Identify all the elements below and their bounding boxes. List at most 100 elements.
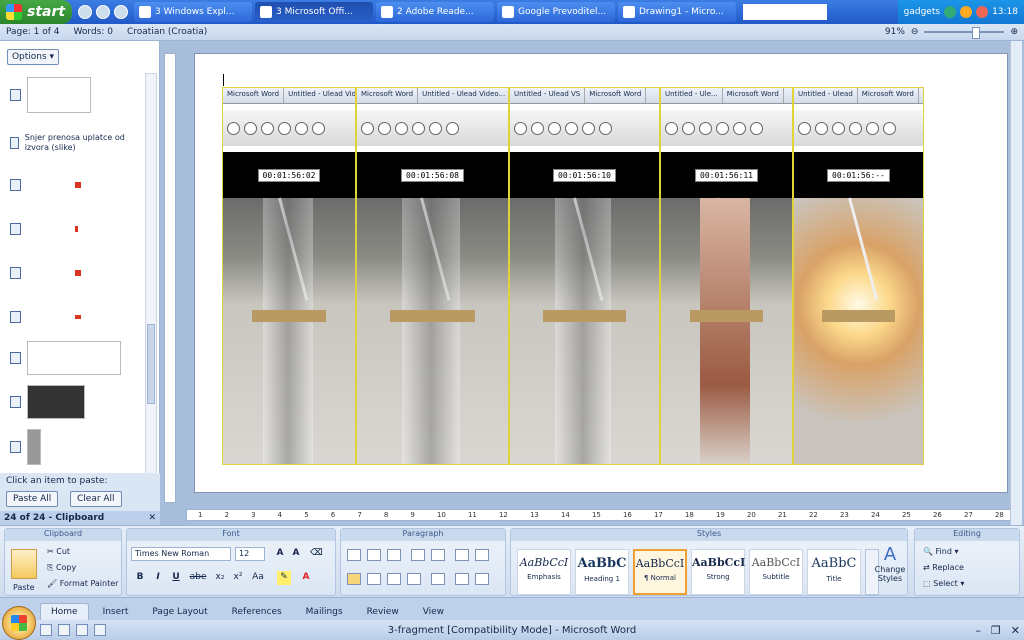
highlight-icon[interactable]: ✎ bbox=[277, 571, 291, 585]
video-frame[interactable]: Microsoft WordUntitled - Ulead Video... … bbox=[356, 87, 509, 465]
tab-review[interactable]: Review bbox=[357, 604, 409, 620]
pane-scroll-thumb[interactable] bbox=[147, 324, 155, 404]
style-emphasis[interactable]: AaBbCcI Emphasis bbox=[517, 549, 571, 595]
tab-insert[interactable]: Insert bbox=[93, 604, 139, 620]
multilevel-list-icon[interactable] bbox=[387, 549, 401, 561]
video-frame[interactable]: Untitled - Ulead VS Microsoft Word 00:01:… bbox=[509, 87, 660, 465]
tab-mailings[interactable]: Mailings bbox=[296, 604, 353, 620]
clipboard-item[interactable] bbox=[10, 77, 91, 113]
language-indicator[interactable]: Croatian (Croatia) bbox=[127, 27, 207, 37]
replace-button[interactable]: ⇄ Replace bbox=[923, 563, 964, 572]
underline-button[interactable]: U bbox=[169, 571, 183, 585]
pilcrow-icon[interactable] bbox=[475, 549, 489, 561]
video-frame-strip[interactable]: Microsoft WordUntitled - Ulead Video... … bbox=[222, 87, 924, 465]
find-button[interactable]: 🔍 Find ▾ bbox=[923, 547, 958, 556]
desktop-icon[interactable] bbox=[114, 5, 128, 19]
ie-icon[interactable] bbox=[78, 5, 92, 19]
zoom-level[interactable]: 91% bbox=[885, 27, 905, 37]
taskbar-item-office[interactable]: 3 Microsoft Offi... bbox=[255, 2, 373, 22]
minimize-icon[interactable]: – bbox=[975, 624, 981, 637]
word-count[interactable]: Words: 0 bbox=[74, 27, 113, 37]
tray-icon[interactable] bbox=[960, 6, 973, 18]
grow-font-button[interactable]: A bbox=[273, 547, 287, 561]
italic-button[interactable]: I bbox=[151, 571, 165, 585]
shrink-font-button[interactable]: A bbox=[289, 547, 303, 561]
horizontal-ruler[interactable]: 1 2 3 4 5 6 7 8 9 10 11 12 13 14 15 16 17 18 19 20 21 22 23 24 2… bbox=[186, 509, 1016, 521]
change-styles-button[interactable]: A Change Styles bbox=[870, 544, 910, 583]
format-painter-button[interactable]: 🖌 Format Painter bbox=[47, 579, 118, 588]
taskbar-item-drawing[interactable]: Drawing1 - Micro... bbox=[618, 2, 736, 22]
clear-format-button[interactable]: ⌫ bbox=[309, 547, 323, 561]
editing-group: Editing 🔍 Find ▾ ⇄ Replace ⬚ Select ▾ bbox=[914, 528, 1020, 596]
start-button[interactable]: start bbox=[0, 0, 72, 24]
font-color-icon[interactable]: A bbox=[299, 571, 313, 585]
vertical-scrollbar[interactable] bbox=[1010, 41, 1022, 525]
bold-button[interactable]: B bbox=[133, 571, 147, 585]
options-button[interactable]: Options ▾ bbox=[7, 49, 59, 65]
taskbar-item-google[interactable]: Google Prevoditel... bbox=[497, 2, 615, 22]
clipboard-item[interactable] bbox=[10, 179, 81, 191]
style-heading-1[interactable]: AaBbC Heading 1 bbox=[575, 549, 629, 595]
zoom-out-icon[interactable]: ⊖ bbox=[911, 27, 919, 37]
subscript-button[interactable]: x₂ bbox=[213, 571, 227, 585]
clear-all-button[interactable]: Clear All bbox=[70, 491, 122, 507]
clipboard-item[interactable] bbox=[10, 267, 81, 279]
align-left-icon[interactable] bbox=[347, 573, 361, 585]
tray-icon[interactable] bbox=[944, 6, 957, 18]
cut-button[interactable]: ✂ Cut bbox=[47, 547, 70, 556]
borders-icon[interactable] bbox=[475, 573, 489, 585]
style-subtitle[interactable]: AaBbCcI Subtitle bbox=[749, 549, 803, 595]
clipboard-item[interactable]: Snjer prenosa uplatce od izvora (slike) bbox=[10, 133, 140, 153]
paste-all-button[interactable]: Paste All bbox=[6, 491, 59, 507]
line-spacing-icon[interactable] bbox=[431, 573, 445, 585]
copy-button[interactable]: ⎘ Copy bbox=[47, 563, 76, 573]
strikethrough-button[interactable]: abe bbox=[187, 571, 209, 585]
font-name-combo[interactable]: Times New Roman bbox=[131, 547, 231, 561]
tab-view[interactable]: View bbox=[413, 604, 454, 620]
align-center-icon[interactable] bbox=[367, 573, 381, 585]
change-case-button[interactable]: Aa bbox=[249, 571, 267, 585]
tab-references[interactable]: References bbox=[222, 604, 292, 620]
ruler-tick: 8 bbox=[383, 511, 389, 519]
browser-icon bbox=[502, 6, 514, 18]
close-icon[interactable]: ✕ bbox=[148, 513, 156, 523]
clipboard-item[interactable] bbox=[10, 311, 81, 323]
decrease-indent-icon[interactable] bbox=[411, 549, 425, 561]
close-icon[interactable]: ✕ bbox=[1011, 624, 1020, 637]
media-icon[interactable] bbox=[96, 5, 110, 19]
video-frame[interactable]: Microsoft WordUntitled - Ulead Video... … bbox=[222, 87, 356, 465]
style-normal[interactable]: AaBbCcI ¶ Normal bbox=[633, 549, 687, 595]
increase-indent-icon[interactable] bbox=[431, 549, 445, 561]
page-count[interactable]: Page: 1 of 4 bbox=[6, 27, 60, 37]
style-title[interactable]: AaBbC Title bbox=[807, 549, 861, 595]
bullets-icon[interactable] bbox=[347, 549, 361, 561]
sort-icon[interactable] bbox=[455, 549, 469, 561]
vertical-ruler[interactable] bbox=[164, 53, 176, 503]
video-frame[interactable]: Untitled - Ule... Microsoft Word 00:01:56… bbox=[660, 87, 793, 465]
restore-icon[interactable]: ❐ bbox=[991, 624, 1001, 637]
paste-button[interactable] bbox=[11, 549, 37, 579]
align-right-icon[interactable] bbox=[387, 573, 401, 585]
clipboard-item[interactable] bbox=[10, 385, 85, 419]
taskbar-search-input[interactable] bbox=[743, 4, 827, 20]
select-button[interactable]: ⬚ Select ▾ bbox=[923, 579, 964, 588]
video-frame[interactable]: Untitled - Ulead Microsoft Word 00:01:56:… bbox=[793, 87, 924, 465]
clipboard-item[interactable] bbox=[10, 429, 41, 465]
tab-page-layout[interactable]: Page Layout bbox=[142, 604, 217, 620]
style-strong[interactable]: AaBbCcI Strong bbox=[691, 549, 745, 595]
zoom-slider[interactable] bbox=[924, 27, 1005, 39]
shading-icon[interactable] bbox=[455, 573, 469, 585]
font-size-combo[interactable]: 12 bbox=[235, 547, 265, 561]
taskbar-item-adobe[interactable]: 2 Adobe Reade... bbox=[376, 2, 494, 22]
tab-home[interactable]: Home bbox=[40, 603, 89, 620]
tray-icon[interactable] bbox=[976, 6, 989, 18]
superscript-button[interactable]: x² bbox=[231, 571, 245, 585]
clipboard-item[interactable] bbox=[10, 341, 121, 375]
gadgets-label[interactable]: gadgets bbox=[904, 7, 940, 17]
clipboard-item[interactable] bbox=[10, 223, 78, 235]
taskbar-item-explorer[interactable]: 3 Windows Expl... bbox=[134, 2, 252, 22]
numbering-icon[interactable] bbox=[367, 549, 381, 561]
justify-icon[interactable] bbox=[407, 573, 421, 585]
pane-scrollbar[interactable] bbox=[145, 73, 157, 503]
zoom-in-icon[interactable]: ⊕ bbox=[1010, 27, 1018, 37]
